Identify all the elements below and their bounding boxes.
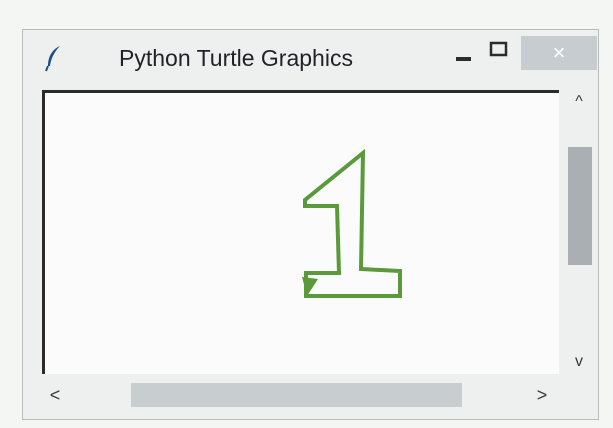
vertical-scrollbar[interactable]: ^ v bbox=[563, 90, 595, 374]
maximize-icon bbox=[479, 38, 519, 68]
minimize-button[interactable] bbox=[443, 38, 483, 68]
scroll-right-icon[interactable]: > bbox=[529, 377, 555, 413]
window-title: Python Turtle Graphics bbox=[119, 45, 353, 71]
close-icon: × bbox=[552, 40, 566, 65]
close-button[interactable]: × bbox=[521, 36, 597, 70]
turtle-window: Python Turtle Graphics × ^ v < > bbox=[22, 29, 599, 420]
horizontal-scrollbar[interactable]: < > bbox=[42, 377, 559, 413]
turtle-canvas[interactable] bbox=[42, 90, 559, 374]
feather-icon bbox=[43, 44, 65, 72]
scroll-up-icon[interactable]: ^ bbox=[563, 90, 595, 114]
scroll-left-icon[interactable]: < bbox=[42, 377, 68, 413]
digit-one-drawing bbox=[302, 148, 402, 298]
minimize-icon bbox=[443, 38, 483, 68]
maximize-button[interactable] bbox=[479, 38, 519, 68]
scroll-down-icon[interactable]: v bbox=[563, 350, 595, 374]
title-bar[interactable]: Python Turtle Graphics × bbox=[23, 30, 598, 88]
vertical-scroll-thumb[interactable] bbox=[568, 147, 592, 265]
horizontal-scroll-thumb[interactable] bbox=[131, 383, 462, 407]
